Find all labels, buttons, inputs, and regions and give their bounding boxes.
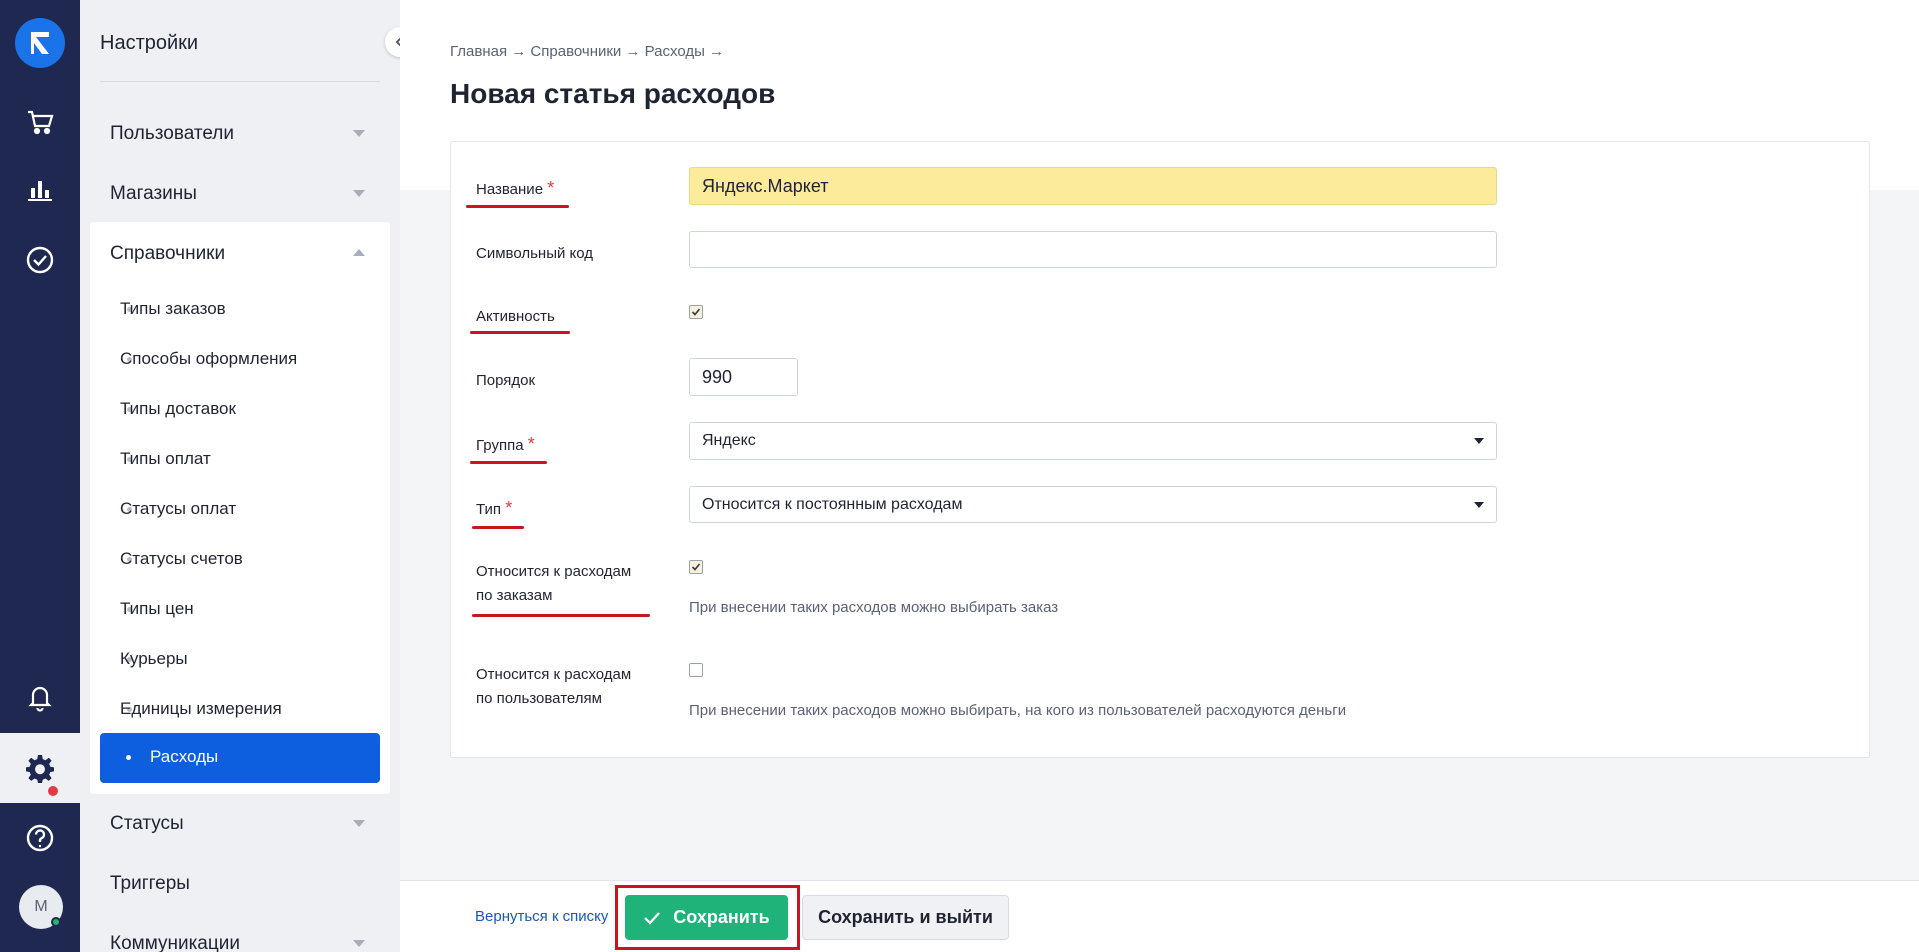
sidebar-subitem-payment-statuses[interactable]: Статусы оплат xyxy=(120,499,236,519)
annotation-underline xyxy=(470,461,547,464)
name-label: Название * xyxy=(476,178,555,198)
orders-hint: При внесении таких расходов можно выбира… xyxy=(689,599,1059,616)
sidebar-subitem-expenses[interactable]: Расходы xyxy=(100,733,380,783)
active-checkbox[interactable] xyxy=(689,305,703,319)
annotation-underline xyxy=(466,205,569,208)
order-input[interactable] xyxy=(689,358,798,396)
help-notification-dot xyxy=(48,786,58,796)
sidebar-subitem-order-types[interactable]: Типы заказов xyxy=(120,299,226,319)
tasks-check-icon[interactable] xyxy=(0,225,80,295)
code-input[interactable] xyxy=(689,231,1497,268)
chevron-down-icon[interactable] xyxy=(353,820,365,827)
dropdown-caret-icon xyxy=(1474,502,1484,508)
sidebar-item-stores[interactable]: Магазины xyxy=(110,183,197,205)
type-label: Тип * xyxy=(476,498,513,518)
avatar[interactable]: М xyxy=(19,885,63,929)
orders-checkbox[interactable] xyxy=(689,560,703,574)
order-label: Порядок xyxy=(476,372,536,389)
bullet-icon xyxy=(126,755,131,760)
group-select[interactable]: Яндекс xyxy=(689,422,1497,460)
required-mark: * xyxy=(505,498,513,518)
gear-icon[interactable] xyxy=(0,733,80,803)
save-button[interactable]: Сохранить xyxy=(625,895,788,940)
breadcrumb[interactable]: Главная → Справочники → Расходы → xyxy=(450,43,724,60)
sidebar-subitem-price-types[interactable]: Типы цен xyxy=(120,599,194,619)
check-icon xyxy=(644,911,661,925)
chevron-down-icon[interactable] xyxy=(353,940,365,947)
chevron-down-icon[interactable] xyxy=(353,130,365,137)
users-label: Относится к расходам по пользователям xyxy=(476,666,632,707)
page-title: Новая статья расходов xyxy=(450,78,776,109)
sidebar-subitem-couriers[interactable]: Курьеры xyxy=(120,649,188,669)
bell-icon[interactable] xyxy=(0,662,80,732)
checkmark-icon xyxy=(691,563,701,571)
code-label: Символьный код xyxy=(476,245,594,262)
users-hint: При внесении таких расходов можно выбира… xyxy=(689,702,1347,719)
type-select[interactable]: Относится к постоянным расходам xyxy=(689,486,1497,523)
sidebar-subitem-checkout-methods[interactable]: Способы оформления xyxy=(120,349,297,369)
dropdown-caret-icon xyxy=(1474,438,1484,444)
sidebar-title: Настройки xyxy=(100,32,199,54)
save-and-exit-button[interactable]: Сохранить и выйти xyxy=(802,895,1009,940)
sidebar-subitem-delivery-types[interactable]: Типы доставок xyxy=(120,399,236,419)
sidebar-subitem-payment-types[interactable]: Типы оплат xyxy=(120,449,211,469)
settings-sidebar: Настройки Пользователи Магазины Справочн… xyxy=(80,0,400,952)
sidebar-item-directories[interactable]: Справочники xyxy=(110,243,225,265)
sidebar-item-statuses[interactable]: Статусы xyxy=(110,813,184,835)
required-mark: * xyxy=(547,178,555,198)
annotation-underline xyxy=(472,614,650,617)
cart-icon[interactable] xyxy=(0,87,80,157)
group-label: Группа * xyxy=(476,434,535,454)
name-input[interactable] xyxy=(689,167,1497,205)
active-label: Активность xyxy=(476,308,555,325)
icon-rail: М xyxy=(0,0,80,952)
annotation-underline xyxy=(472,526,524,529)
chevron-down-icon[interactable] xyxy=(353,190,365,197)
users-checkbox[interactable] xyxy=(689,663,703,677)
sidebar-divider xyxy=(100,81,380,82)
analytics-icon[interactable] xyxy=(0,155,80,225)
orders-label: Относится к расходам по заказам xyxy=(476,563,632,604)
help-icon[interactable] xyxy=(0,803,80,873)
annotation-underline xyxy=(470,331,570,334)
online-status-dot xyxy=(51,917,61,927)
required-mark: * xyxy=(527,434,535,454)
logo-icon[interactable] xyxy=(15,18,65,68)
sidebar-item-triggers[interactable]: Триггеры xyxy=(110,873,190,895)
sidebar-item-communications[interactable]: Коммуникации xyxy=(110,933,240,952)
sidebar-subitem-units[interactable]: Единицы измерения xyxy=(120,699,282,719)
chevron-up-icon[interactable] xyxy=(353,249,365,256)
sidebar-subitem-invoice-statuses[interactable]: Статусы счетов xyxy=(120,549,243,569)
sidebar-item-users[interactable]: Пользователи xyxy=(110,123,234,145)
back-to-list-link[interactable]: Вернуться к списку xyxy=(475,908,608,925)
checkmark-icon xyxy=(691,308,701,316)
